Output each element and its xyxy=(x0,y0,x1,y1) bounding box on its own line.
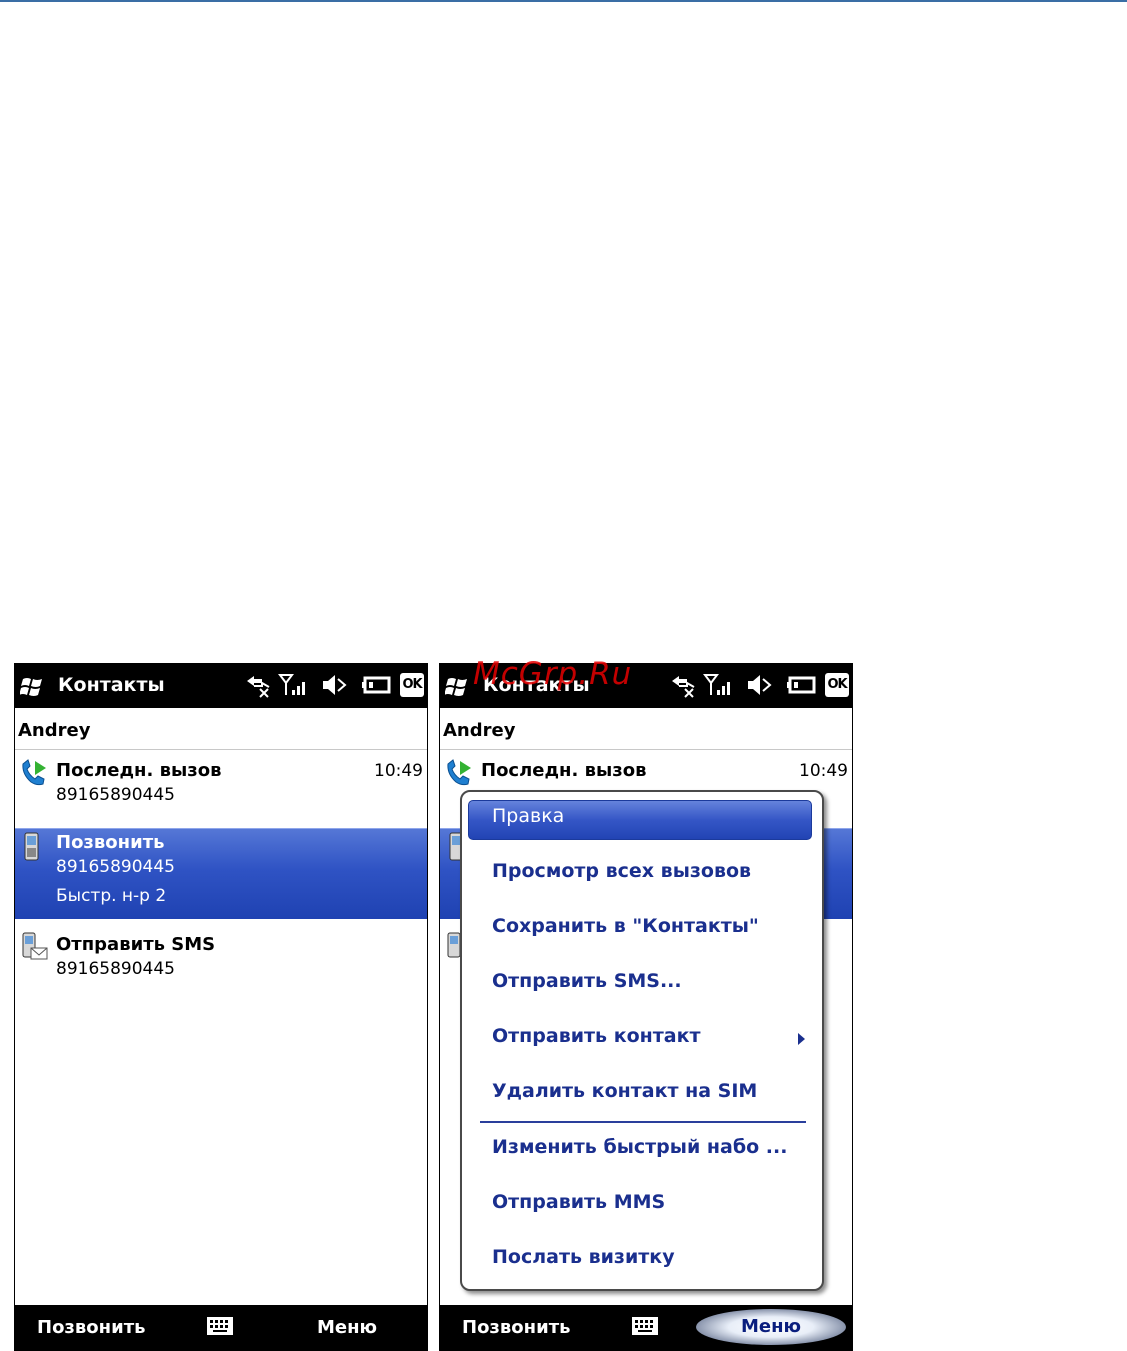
softkey-bar: Позвонить Меню xyxy=(15,1305,427,1351)
page-top-rule xyxy=(0,0,1127,2)
keyboard-icon[interactable] xyxy=(206,1316,234,1336)
windows-start-icon[interactable] xyxy=(20,675,46,697)
signal-strength-icon[interactable] xyxy=(278,672,308,698)
call-log-icon xyxy=(22,759,46,786)
divider xyxy=(15,749,427,750)
sms-icon xyxy=(22,932,48,960)
windows-start-icon[interactable] xyxy=(445,675,471,697)
connectivity-icon[interactable] xyxy=(244,672,272,698)
battery-icon[interactable] xyxy=(361,672,391,698)
menu-item-save-to-contacts[interactable]: Сохранить в "Контакты" xyxy=(492,915,759,937)
menu-separator xyxy=(480,1121,806,1123)
phone-screen-contact-details: Контакты OK Andrey Последн. вызов 10:49 … xyxy=(14,663,428,1351)
call-time: 10:49 xyxy=(799,761,848,781)
row-title: Позвонить xyxy=(56,832,165,853)
softkey-menu-button[interactable]: Меню xyxy=(696,1309,846,1345)
softkey-call-button[interactable]: Позвонить xyxy=(462,1317,571,1338)
phone-number: 89165890445 xyxy=(56,959,175,979)
app-title: Контакты xyxy=(58,674,165,696)
softkey-bar: Позвонить Меню xyxy=(440,1305,852,1351)
ok-button[interactable]: OK xyxy=(825,673,849,697)
contact-name: Andrey xyxy=(18,720,91,741)
softkey-call-button[interactable]: Позвонить xyxy=(37,1317,146,1338)
phone-screen-contact-menu: Контакты OK Andrey Последн. вызов 10:49 … xyxy=(439,663,853,1351)
phone-number: 89165890445 xyxy=(56,785,175,805)
menu-item-change-speed-dial[interactable]: Изменить быстрый набо ... xyxy=(492,1136,787,1158)
menu-item-send-mms[interactable]: Отправить MMS xyxy=(492,1191,665,1213)
call-log-icon xyxy=(447,759,471,786)
divider xyxy=(440,749,852,750)
volume-mute-icon[interactable] xyxy=(320,672,348,698)
keyboard-icon[interactable] xyxy=(631,1316,659,1336)
row-title: Последн. вызов xyxy=(481,760,647,781)
menu-item-send-vcard[interactable]: Послать визитку xyxy=(492,1246,675,1268)
row-title: Последн. вызов xyxy=(56,760,222,781)
battery-icon[interactable] xyxy=(786,672,816,698)
watermark-text: McGrp.Ru xyxy=(473,656,633,692)
context-menu: Правка Просмотр всех вызовов Сохранить в… xyxy=(460,790,824,1291)
submenu-arrow-icon xyxy=(798,1033,805,1045)
menu-item-send-sms[interactable]: Отправить SMS... xyxy=(492,970,682,992)
status-bar: Контакты OK xyxy=(15,663,427,708)
ok-button[interactable]: OK xyxy=(400,673,424,697)
menu-item-send-contact[interactable]: Отправить контакт xyxy=(492,1025,701,1047)
signal-strength-icon[interactable] xyxy=(703,672,733,698)
speed-dial-label: Быстр. н-р 2 xyxy=(56,886,167,906)
call-time: 10:49 xyxy=(374,761,423,781)
menu-item-edit[interactable]: Правка xyxy=(492,805,564,827)
contact-name: Andrey xyxy=(443,720,516,741)
menu-item-delete-contact-sim[interactable]: Удалить контакт на SIM xyxy=(492,1080,757,1102)
volume-mute-icon[interactable] xyxy=(745,672,773,698)
menu-item-view-all-calls[interactable]: Просмотр всех вызовов xyxy=(492,860,751,882)
softkey-menu-button[interactable]: Меню xyxy=(317,1317,377,1338)
phone-number: 89165890445 xyxy=(56,857,175,877)
list-item-call-selected[interactable]: Позвонить 89165890445 Быстр. н-р 2 xyxy=(15,828,427,919)
connectivity-icon[interactable] xyxy=(669,672,697,698)
row-title: Отправить SMS xyxy=(56,934,216,955)
mobile-phone-icon xyxy=(24,832,39,861)
